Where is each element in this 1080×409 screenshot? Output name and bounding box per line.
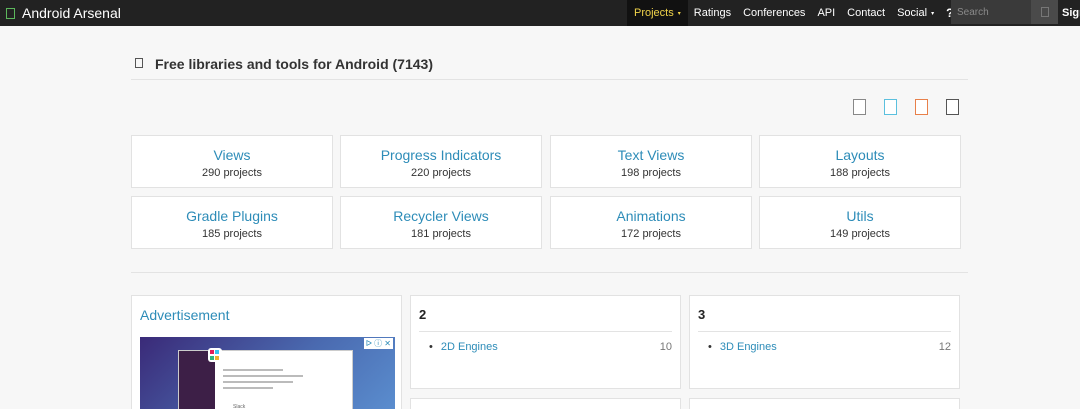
slack-logo-icon <box>208 348 222 362</box>
category-card-gradle-plugins[interactable]: Gradle Plugins 185 projects <box>131 196 333 249</box>
category-count: 172 projects <box>621 228 681 240</box>
category-card-views[interactable]: Views 290 projects <box>131 135 333 188</box>
category-group-panel-partial <box>689 398 960 409</box>
list-item-link[interactable]: 3D Engines <box>720 341 777 353</box>
group-rule <box>698 331 951 332</box>
category-count: 185 projects <box>202 228 262 240</box>
section-divider <box>131 272 968 273</box>
nav-contact[interactable]: Contact <box>841 0 891 26</box>
list-item: • 3D Engines 12 <box>708 341 951 353</box>
chevron-down-icon: ▾ <box>931 10 935 17</box>
category-card-recycler-views[interactable]: Recycler Views 181 projects <box>340 196 542 249</box>
nav-projects-label: Projects <box>634 7 674 19</box>
search-input[interactable] <box>951 0 1031 24</box>
category-title[interactable]: Animations <box>551 208 751 224</box>
ad-popup: Slack <box>228 400 316 409</box>
advertisement-image[interactable]: ᐅ ⓘ ✕ Slack <box>140 337 395 409</box>
nav-social-label: Social <box>897 7 928 19</box>
view-toggle-blue-icon[interactable] <box>884 99 897 115</box>
nav-ratings[interactable]: Ratings <box>688 0 737 26</box>
chevron-down-icon: ▾ <box>677 10 681 17</box>
android-icon <box>6 7 15 19</box>
category-card-layouts[interactable]: Layouts 188 projects <box>759 135 961 188</box>
bullet-icon: • <box>429 341 433 353</box>
category-count: 188 projects <box>830 167 890 179</box>
bullet-icon: • <box>708 341 712 353</box>
category-group-panel-partial <box>410 398 681 409</box>
category-count: 149 projects <box>830 228 890 240</box>
list-item-count: 12 <box>938 341 951 353</box>
ad-close-icon[interactable]: ᐅ ⓘ ✕ <box>363 338 393 349</box>
page-header: Free libraries and tools for Android (71… <box>131 52 968 80</box>
nav-social[interactable]: Social ▾ <box>891 0 940 26</box>
category-title[interactable]: Text Views <box>551 147 751 163</box>
category-group-3: 3 • 3D Engines 12 <box>689 295 960 389</box>
category-group-2: 2 • 2D Engines 10 <box>410 295 681 389</box>
category-count: 220 projects <box>411 167 471 179</box>
list-item-link[interactable]: 2D Engines <box>441 341 498 353</box>
nav-conferences[interactable]: Conferences <box>737 0 811 26</box>
view-toggle-orange-icon[interactable] <box>915 99 928 115</box>
category-card-text-views[interactable]: Text Views 198 projects <box>550 135 752 188</box>
category-title[interactable]: Recycler Views <box>341 208 541 224</box>
category-count: 181 projects <box>411 228 471 240</box>
advertisement-title: Advertisement <box>140 307 230 323</box>
category-card-animations[interactable]: Animations 172 projects <box>550 196 752 249</box>
group-rule <box>419 331 672 332</box>
group-heading: 3 <box>698 307 706 322</box>
page-title: Free libraries and tools for Android (71… <box>155 56 433 72</box>
list-item-count: 10 <box>659 341 672 353</box>
list-item: • 2D Engines 10 <box>429 341 672 353</box>
view-toggle-default-icon[interactable] <box>853 99 866 115</box>
top-navbar: Android Arsenal Projects ▾ Ratings Confe… <box>0 0 1080 26</box>
nav-projects[interactable]: Projects ▾ <box>627 0 688 26</box>
android-icon <box>135 58 143 68</box>
category-title[interactable]: Progress Indicators <box>341 147 541 163</box>
ad-text-line <box>223 369 283 371</box>
main-nav: Projects ▾ Ratings Conferences API Conta… <box>627 0 959 26</box>
search-icon <box>1040 7 1049 17</box>
category-title[interactable]: Views <box>132 147 332 163</box>
view-toggle-dark-icon[interactable] <box>946 99 959 115</box>
category-card-progress-indicators[interactable]: Progress Indicators 220 projects <box>340 135 542 188</box>
category-card-utils[interactable]: Utils 149 projects <box>759 196 961 249</box>
brand-name: Android Arsenal <box>22 5 121 21</box>
nav-api[interactable]: API <box>811 0 841 26</box>
ad-text-line <box>223 375 303 377</box>
brand-link[interactable]: Android Arsenal <box>6 0 121 26</box>
category-count: 198 projects <box>621 167 681 179</box>
category-title[interactable]: Gradle Plugins <box>132 208 332 224</box>
group-heading: 2 <box>419 307 427 322</box>
view-toggle-group <box>853 99 959 115</box>
advertisement-panel: Advertisement ᐅ ⓘ ✕ Slack <box>131 295 402 409</box>
category-count: 290 projects <box>202 167 262 179</box>
ad-text-line <box>223 387 273 389</box>
sign-in-link[interactable]: Sign <box>1062 0 1080 26</box>
ad-text-line <box>223 381 293 383</box>
search-button[interactable] <box>1031 0 1058 24</box>
category-title[interactable]: Utils <box>760 208 960 224</box>
category-title[interactable]: Layouts <box>760 147 960 163</box>
